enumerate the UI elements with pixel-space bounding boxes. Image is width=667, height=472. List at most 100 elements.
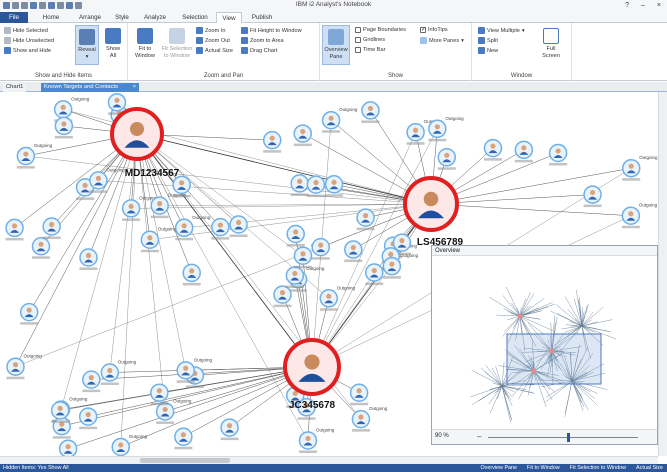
tab-publish[interactable]: Publish [247,12,277,23]
help-button[interactable]: ? [625,2,629,9]
reveal-button[interactable]: Reveal ▾ [75,25,99,65]
tab-file[interactable]: File [0,12,28,23]
time-bar-checkbox[interactable]: Time Bar [355,47,385,53]
tab-analyze[interactable]: Analyze [140,12,170,23]
fit-height-button[interactable]: Fit Height to Window [241,27,302,34]
link-line [430,167,632,205]
node-label [289,289,308,292]
doc-tab-known-targets[interactable]: Known Targets and Contacts × [41,83,139,92]
entity-label-2[interactable]: JC345678 [289,400,336,411]
status-actual-size[interactable]: Actual Size [636,464,663,472]
status-fit-window[interactable]: Fit to Window [527,464,560,472]
tab-arrange[interactable]: Arrange [73,12,107,23]
group-window: View Multiple ▾ Split New Full Screen Win… [472,23,572,81]
zoom-minus-icon[interactable]: – [477,432,481,441]
drag-chart-label: Drag Chart [250,47,278,54]
overview-link [502,315,521,337]
node-label [483,158,502,161]
split-label: Split [487,37,498,44]
actual-size-button[interactable]: Actual Size [196,47,233,54]
person-icon [95,175,102,181]
person-icon [26,307,32,313]
node-label [172,194,191,198]
person-icon [318,242,324,248]
person-icon [589,189,596,196]
overview-map[interactable] [432,256,657,430]
overview-target [517,313,523,319]
entity-node [548,143,568,166]
overview-link [519,298,545,317]
gridlines-checkbox[interactable]: Gridlines [355,37,385,43]
person-icon [389,261,395,267]
node-label [514,159,533,163]
close-button[interactable]: × [657,2,661,9]
entity-node [100,363,120,385]
node-label [621,225,640,229]
more-panes-button[interactable]: More Panes ▾ [420,37,464,44]
node-label [311,257,330,260]
scroll-thumb[interactable] [140,458,230,463]
status-overview-pane[interactable]: Overview Pane [480,464,517,472]
person-icon [331,179,337,185]
new-window-button[interactable]: New [478,47,498,54]
person-icon [371,267,377,274]
node-label [229,234,248,238]
link-label: Outgoing [337,285,356,290]
overview-link [519,293,535,317]
link-label: Outgoing [192,215,211,220]
view-multiple-icon [478,27,485,34]
entity-label-0[interactable]: MD1234567 [125,168,180,179]
status-fit-selection[interactable]: Fit Selection to Window [570,464,626,472]
view-multiple-button[interactable]: View Multiple ▾ [478,27,525,34]
link-label: Outgoing [194,357,213,362]
overview-pane-button[interactable]: Overview Pane [322,25,350,65]
checkbox-icon [355,27,361,33]
full-screen-button[interactable]: Full Screen [538,25,564,65]
entity-node [19,302,39,325]
split-button[interactable]: Split [478,37,498,44]
zoom-slider-handle[interactable] [566,433,570,442]
link-label: Outgoing [369,406,388,411]
entity-node [182,263,201,286]
show-all-button[interactable]: Show All [101,25,125,65]
entity-node [150,196,169,219]
person-icon [292,270,298,277]
overview-link [555,304,583,327]
close-icon[interactable]: × [133,83,136,92]
hide-selected-button[interactable]: Hide Selected [4,27,48,34]
status-hidden-items: Hidden Items: Yes Show All [3,465,69,471]
tab-selection[interactable]: Selection [178,12,212,23]
doc-tab-chart1[interactable]: Chart1 [3,83,27,92]
minimize-button[interactable]: – [641,2,645,9]
person-icon [628,211,634,217]
zoom-out-button[interactable]: Zoom Out [196,37,230,44]
entity-node [5,218,24,241]
horizontal-scrollbar[interactable] [0,456,658,464]
person-icon [279,290,286,296]
vertical-scrollbar[interactable] [658,92,667,456]
entity-node [16,146,36,169]
person-icon [490,143,496,149]
window-title: IBM i2 Analyst's Notebook [295,1,372,8]
person-icon [128,203,134,210]
hide-unselected-button[interactable]: Hide Unselected [4,37,54,44]
tab-home[interactable]: Home [37,12,65,23]
show-and-hide-button[interactable]: Show and Hide [4,47,51,54]
drag-chart-button[interactable]: Drag Chart [241,47,277,54]
infotips-checkbox[interactable]: InfoTips [420,27,448,33]
entity-node [121,199,141,221]
checkbox-icon [355,37,361,43]
overview-pane[interactable]: Overview [431,245,658,445]
group-show-hide: Hide Selected Hide Unselected Show and H… [0,23,128,81]
tab-style[interactable]: Style [111,12,133,23]
zoom-in-button[interactable]: Zoom In [196,27,226,34]
zoom-slider[interactable] [488,437,638,438]
entity-node [174,427,193,450]
zoom-level: 90 % [435,433,449,439]
fit-selection-icon [169,28,185,44]
page-boundaries-checkbox[interactable]: Page Boundaries [355,27,406,33]
chevron-down-icon: ▾ [521,27,525,34]
zoom-to-area-button[interactable]: Zoom to Area [241,37,284,44]
fit-to-window-button[interactable]: Fit to Window [131,25,159,65]
fit-selection-button[interactable]: Fit Selection to Window [161,25,193,65]
